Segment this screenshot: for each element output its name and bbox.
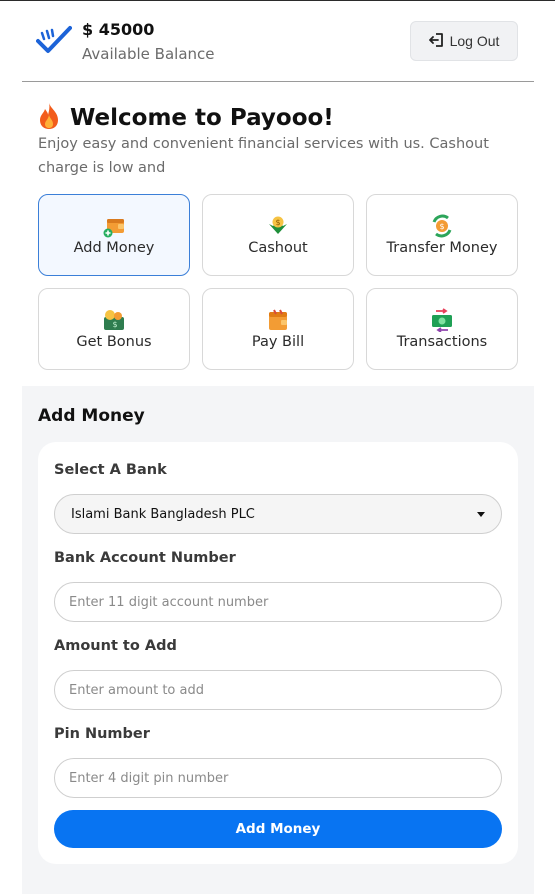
service-label: Transactions — [396, 334, 488, 350]
balance-amount: $ 45000 — [82, 20, 155, 39]
welcome-subtitle: Enjoy easy and convenient financial serv… — [38, 136, 489, 176]
account-number-input[interactable] — [54, 582, 502, 622]
service-add-money[interactable]: Add Money — [38, 194, 190, 276]
svg-text:$: $ — [275, 218, 280, 227]
service-pay-bill[interactable]: Pay Bill — [202, 288, 354, 370]
balance-label: Available Balance — [82, 45, 215, 63]
transactions-icon — [430, 308, 454, 333]
welcome-section: Welcome to Payooo! Enjoy easy and conven… — [22, 82, 534, 386]
bonus-icon: $ — [102, 308, 126, 332]
service-label: Add Money — [73, 240, 155, 256]
amount-input[interactable] — [54, 670, 502, 710]
service-label: Transfer Money — [386, 240, 498, 256]
account-number-label: Bank Account Number — [54, 550, 236, 566]
pin-input[interactable] — [54, 758, 502, 798]
form-heading: Add Money — [38, 406, 145, 426]
service-get-bonus[interactable]: $ Get Bonus — [38, 288, 190, 370]
svg-text:$: $ — [112, 320, 117, 329]
service-label: Pay Bill — [251, 334, 305, 350]
fire-icon — [38, 102, 60, 134]
service-cashout[interactable]: $ Cashout — [202, 194, 354, 276]
pay-bill-icon — [266, 308, 290, 332]
add-money-form: Select A Bank Islami Bank Bangladesh PLC… — [38, 442, 518, 864]
add-money-section: Add Money Select A Bank Islami Bank Bang… — [22, 386, 534, 894]
welcome-title: Welcome to Payooo! — [70, 105, 334, 131]
svg-text:$: $ — [439, 222, 444, 231]
caret-down-icon — [477, 511, 485, 517]
transfer-money-icon: $ — [430, 214, 454, 238]
bank-select-value: Islami Bank Bangladesh PLC — [71, 506, 255, 522]
bank-select-label: Select A Bank — [54, 462, 167, 478]
logout-label: Log Out — [449, 33, 500, 49]
logout-arrow-icon — [428, 32, 444, 50]
app-header: $ 45000 Available Balance Log Out — [0, 0, 555, 82]
check-logo-icon — [36, 25, 72, 57]
service-label: Get Bonus — [76, 334, 152, 350]
wallet-add-icon — [102, 214, 126, 238]
service-transfer-money[interactable]: $ Transfer Money — [366, 194, 518, 276]
cashout-icon: $ — [266, 214, 290, 238]
bank-select[interactable]: Islami Bank Bangladesh PLC — [54, 494, 502, 534]
service-transactions[interactable]: Transactions — [366, 288, 518, 370]
add-money-button[interactable]: Add Money — [54, 810, 502, 848]
pin-label: Pin Number — [54, 726, 150, 742]
service-label: Cashout — [248, 240, 308, 256]
welcome-heading: Welcome to Payooo! — [38, 102, 334, 134]
logout-button[interactable]: Log Out — [410, 21, 518, 61]
amount-label: Amount to Add — [54, 638, 177, 654]
